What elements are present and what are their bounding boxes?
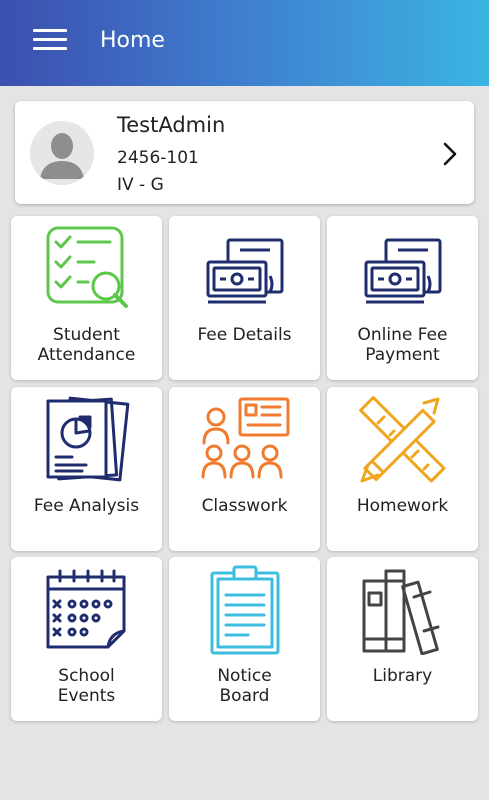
attendance-checklist-icon: [46, 226, 128, 308]
profile-card[interactable]: TestAdmin 2456-101 IV - G: [15, 101, 474, 204]
money-bills-icon: [206, 238, 284, 304]
tile-student-attendance[interactable]: Student Attendance: [11, 216, 162, 380]
report-chart-icon: [46, 396, 130, 482]
pencil-ruler-icon: [359, 396, 446, 483]
app-bar: Home: [0, 0, 489, 86]
profile-class: IV - G: [117, 175, 164, 195]
money-bills-icon: [364, 238, 442, 304]
tile-label: Fee Analysis: [33, 496, 140, 516]
tile-fee-details[interactable]: Fee Details: [169, 216, 320, 380]
tile-label: Classwork: [201, 496, 288, 516]
classroom-icon: [201, 397, 290, 479]
hamburger-menu-icon[interactable]: [33, 27, 67, 53]
tile-label: School Events: [57, 666, 116, 706]
tile-label: Homework: [356, 496, 449, 516]
tile-classwork[interactable]: Classwork: [169, 387, 320, 551]
user-avatar-icon: [30, 121, 94, 185]
profile-id: 2456-101: [117, 148, 199, 168]
tile-notice-board[interactable]: Notice Board: [169, 557, 320, 721]
tile-label: Student Attendance: [37, 325, 136, 365]
tile-label: Library: [372, 666, 433, 686]
calendar-icon: [46, 569, 126, 649]
tile-label: Notice Board: [217, 666, 272, 706]
tile-label: Online Fee Payment: [357, 325, 448, 365]
chevron-right-icon[interactable]: [442, 142, 458, 166]
tile-library[interactable]: Library: [327, 557, 478, 721]
tile-online-fee-payment[interactable]: Online Fee Payment: [327, 216, 478, 380]
tile-school-events[interactable]: School Events: [11, 557, 162, 721]
profile-name: TestAdmin: [117, 113, 226, 137]
clipboard-icon: [210, 565, 280, 655]
tile-label: Fee Details: [197, 325, 292, 345]
page-title: Home: [100, 28, 165, 53]
tile-fee-analysis[interactable]: Fee Analysis: [11, 387, 162, 551]
books-icon: [362, 569, 440, 655]
tile-homework[interactable]: Homework: [327, 387, 478, 551]
